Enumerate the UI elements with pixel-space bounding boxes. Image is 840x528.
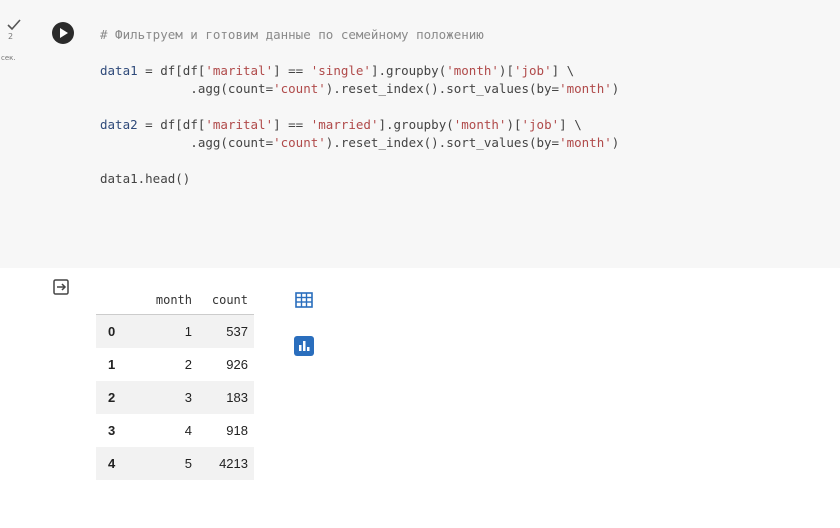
index-header: [96, 286, 142, 315]
code-token: ].groupby(: [370, 63, 447, 78]
code-token: )[: [506, 117, 522, 132]
code-token: ] ==: [273, 117, 311, 132]
code-token: 'job': [521, 117, 560, 132]
code-token: data1: [100, 63, 138, 78]
table-row: 4 5 4213: [96, 447, 254, 480]
check-icon: [7, 19, 21, 31]
table-row: 1 2 926: [96, 348, 254, 381]
code-token: ] ==: [273, 63, 311, 78]
code-token: ): [611, 81, 620, 96]
table-row: 2 3 183: [96, 381, 254, 414]
code-token: ): [611, 135, 620, 150]
code-token: 'count': [273, 135, 326, 150]
dataframe-output-table: month count 0 1 537 1 2 926 2 3 183 3 4 …: [96, 286, 254, 480]
code-token: 'month': [559, 135, 612, 150]
table-grid-icon: [295, 292, 313, 308]
row-index: 2: [96, 381, 142, 414]
cell-gutter: 2 сек.: [0, 18, 38, 78]
code-token: 'marital': [205, 117, 274, 132]
code-line: data2 = df[df['marital'] == 'married'].g…: [100, 116, 619, 134]
code-token: 'marital': [205, 63, 274, 78]
cell-count: 183: [198, 381, 254, 414]
cell-month: 2: [184, 357, 192, 372]
code-token: ] \: [559, 117, 582, 132]
cell-month: 4: [184, 423, 192, 438]
code-token: 'count': [273, 81, 326, 96]
row-index: 4: [96, 447, 142, 480]
suggest-charts-button[interactable]: [294, 336, 314, 356]
cell-count: 537: [198, 314, 254, 348]
code-token: ).reset_index().sort_values(by=: [325, 81, 560, 96]
cell-count: 4213: [198, 447, 254, 480]
play-icon: [60, 28, 68, 38]
output-arrow-icon[interactable]: [52, 278, 70, 296]
code-token: # Фильтруем и готовим данные по семейном…: [100, 27, 484, 42]
cell-count: 918: [226, 423, 248, 438]
code-token: data1.head(): [100, 171, 191, 186]
column-header-month: month: [142, 286, 198, 315]
table-row: 3 4 918: [96, 414, 254, 447]
code-token: 'month': [559, 81, 612, 96]
code-token: 'single': [310, 63, 371, 78]
table-row: 0 1 537: [96, 314, 254, 348]
code-line: data1 = df[df['marital'] == 'single'].gr…: [100, 62, 619, 80]
cell-month: 3: [142, 381, 198, 414]
cell-month: 1: [142, 314, 198, 348]
run-cell-button[interactable]: [52, 22, 74, 44]
code-token: ].groupby(: [378, 117, 454, 132]
code-token: )[: [498, 63, 514, 78]
code-line: .agg(count='count').reset_index().sort_v…: [100, 80, 619, 98]
bar-chart-icon: [299, 341, 310, 351]
code-token: = df[df[: [137, 63, 206, 78]
code-line: data1.head(): [100, 170, 619, 188]
code-token: 'job': [513, 63, 552, 78]
code-token: 'month': [446, 63, 499, 78]
code-editor[interactable]: # Фильтруем и готовим данные по семейном…: [100, 26, 619, 188]
code-token: 'month': [453, 117, 507, 132]
row-index: 0: [96, 314, 142, 348]
code-cell: 2 сек. # Фильтруем и готовим данные по с…: [0, 0, 840, 268]
cell-month: 5: [142, 447, 198, 480]
code-token: data2: [100, 117, 138, 132]
exec-time: 2: [8, 32, 14, 41]
column-header-count: count: [198, 286, 254, 315]
exec-time-unit: сек.: [1, 54, 16, 62]
table-header-row: month count: [96, 286, 254, 315]
row-index: 1: [108, 357, 116, 372]
cell-count: 926: [226, 357, 248, 372]
code-line: # Фильтруем и готовим данные по семейном…: [100, 26, 619, 44]
code-token: 'married': [310, 117, 379, 132]
code-token: .agg(count=: [100, 81, 274, 96]
code-token: .agg(count=: [100, 135, 274, 150]
code-token: = df[df[: [137, 117, 206, 132]
code-token: ] \: [551, 63, 575, 78]
row-index: 3: [108, 423, 116, 438]
convert-to-interactive-table-button[interactable]: [294, 290, 314, 310]
code-token: ).reset_index().sort_values(by=: [325, 135, 560, 150]
code-line: .agg(count='count').reset_index().sort_v…: [100, 134, 619, 152]
